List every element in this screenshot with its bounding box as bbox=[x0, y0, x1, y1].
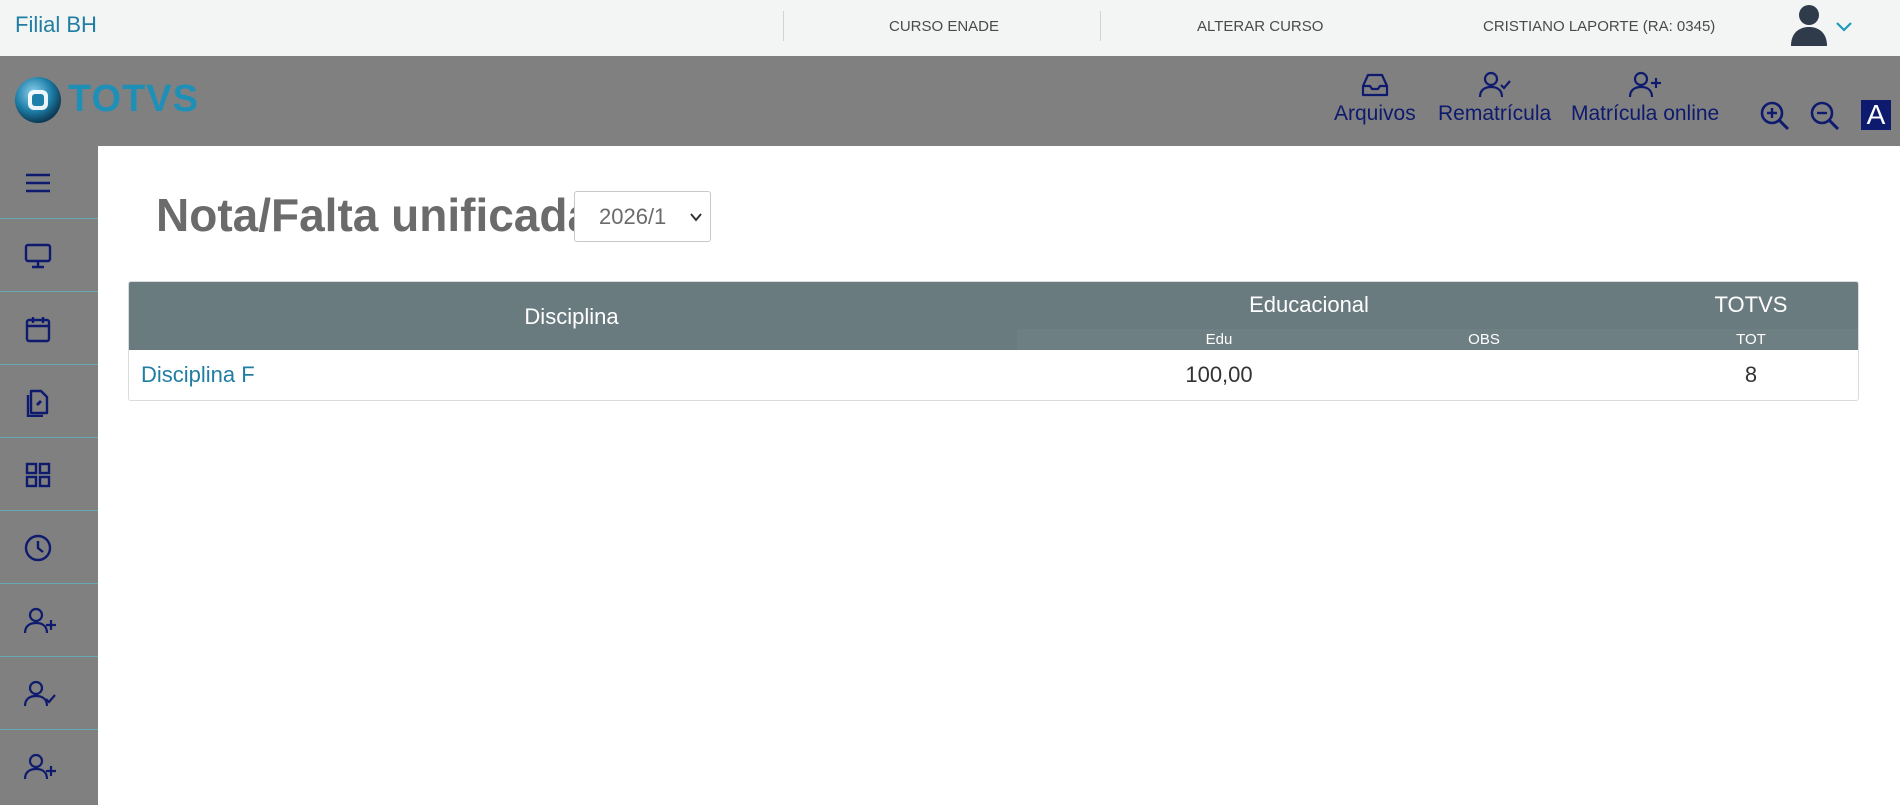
header-group-educacional: Educacional bbox=[1249, 292, 1369, 317]
user-plus-icon bbox=[1629, 71, 1662, 98]
current-course-link[interactable]: CURSO ENADE bbox=[889, 18, 999, 35]
chevron-down-icon[interactable] bbox=[1834, 16, 1854, 36]
reenrollment-label: Rematrícula bbox=[1438, 102, 1552, 125]
reenrollment-button[interactable]: Rematrícula bbox=[1438, 70, 1551, 126]
sidebar-item-calendar[interactable] bbox=[0, 292, 98, 365]
grades-table: Disciplina Educacional TOTVS Edu OBS TOT… bbox=[128, 281, 1859, 401]
clock-icon bbox=[24, 534, 52, 562]
zoom-in-icon[interactable] bbox=[1759, 100, 1791, 132]
online-enrollment-label: Matrícula online bbox=[1571, 102, 1720, 125]
main-content: Nota/Falta unificada: 2026/1 Disciplina … bbox=[98, 146, 1900, 805]
header-disciplina[interactable]: Disciplina bbox=[129, 304, 1014, 330]
sidebar-item-online-enroll[interactable] bbox=[0, 730, 98, 803]
files-label: Arquivos bbox=[1334, 102, 1416, 125]
header-edu[interactable]: Edu bbox=[1169, 331, 1269, 348]
grid-icon bbox=[25, 462, 51, 488]
chevron-down-icon bbox=[690, 213, 702, 222]
files-button[interactable]: Arquivos bbox=[1334, 70, 1416, 126]
sidebar-item-apps[interactable] bbox=[0, 438, 98, 511]
sidebar-item-history[interactable] bbox=[0, 511, 98, 584]
separator bbox=[783, 11, 784, 41]
user-name[interactable]: CRISTIANO LAPORTE (RA: 0345) bbox=[1483, 18, 1715, 35]
top-bar: Filial BH CURSO ENADE ALTERAR CURSO CRIS… bbox=[0, 0, 1900, 56]
user-avatar-icon[interactable] bbox=[1788, 2, 1830, 46]
user-plus-icon bbox=[23, 753, 56, 780]
table-header: Disciplina Educacional TOTVS Edu OBS TOT bbox=[129, 282, 1858, 350]
user-plus-icon bbox=[23, 607, 56, 634]
change-course-link[interactable]: ALTERAR CURSO bbox=[1197, 18, 1323, 35]
page-title: Nota/Falta unificada: bbox=[156, 189, 609, 241]
documents-icon bbox=[26, 389, 49, 417]
logo-text: TOTVS bbox=[68, 78, 199, 120]
period-select[interactable]: 2026/1 bbox=[574, 191, 711, 242]
font-toggle-button[interactable]: A bbox=[1861, 100, 1891, 130]
cell-edu: 100,00 bbox=[1185, 362, 1253, 387]
header-obs[interactable]: OBS bbox=[1434, 331, 1534, 348]
totvs-logo-icon bbox=[15, 77, 61, 123]
zoom-out-icon[interactable] bbox=[1809, 100, 1841, 132]
cell-tot: 8 bbox=[1744, 362, 1758, 387]
inbox-icon bbox=[1361, 73, 1388, 97]
branch-name[interactable]: Filial BH bbox=[15, 12, 97, 38]
monitor-icon bbox=[24, 243, 52, 269]
menu-icon bbox=[26, 173, 50, 193]
table-row: Disciplina F 100,00 8 bbox=[129, 350, 1858, 400]
sidebar-item-enroll[interactable] bbox=[0, 584, 98, 657]
header-group-totvs: TOTVS bbox=[1714, 292, 1788, 317]
sidebar-item-documents[interactable] bbox=[0, 365, 98, 438]
user-check-icon bbox=[1478, 71, 1511, 98]
user-check-icon bbox=[23, 680, 56, 707]
header-tot[interactable]: TOT bbox=[1701, 331, 1801, 348]
sidebar-item-reenroll[interactable] bbox=[0, 657, 98, 730]
sidebar bbox=[0, 146, 98, 805]
online-enrollment-button[interactable]: Matrícula online bbox=[1571, 70, 1719, 126]
calendar-icon bbox=[25, 317, 51, 343]
period-select-value: 2026/1 bbox=[599, 204, 667, 229]
separator bbox=[1100, 11, 1101, 41]
app-header: TOTVS Arquivos Rematrícula Matrícula onl… bbox=[0, 56, 1900, 146]
sidebar-item-dashboard[interactable] bbox=[0, 219, 98, 292]
sidebar-item-menu[interactable] bbox=[0, 146, 98, 219]
disciplina-link[interactable]: Disciplina F bbox=[141, 362, 255, 388]
